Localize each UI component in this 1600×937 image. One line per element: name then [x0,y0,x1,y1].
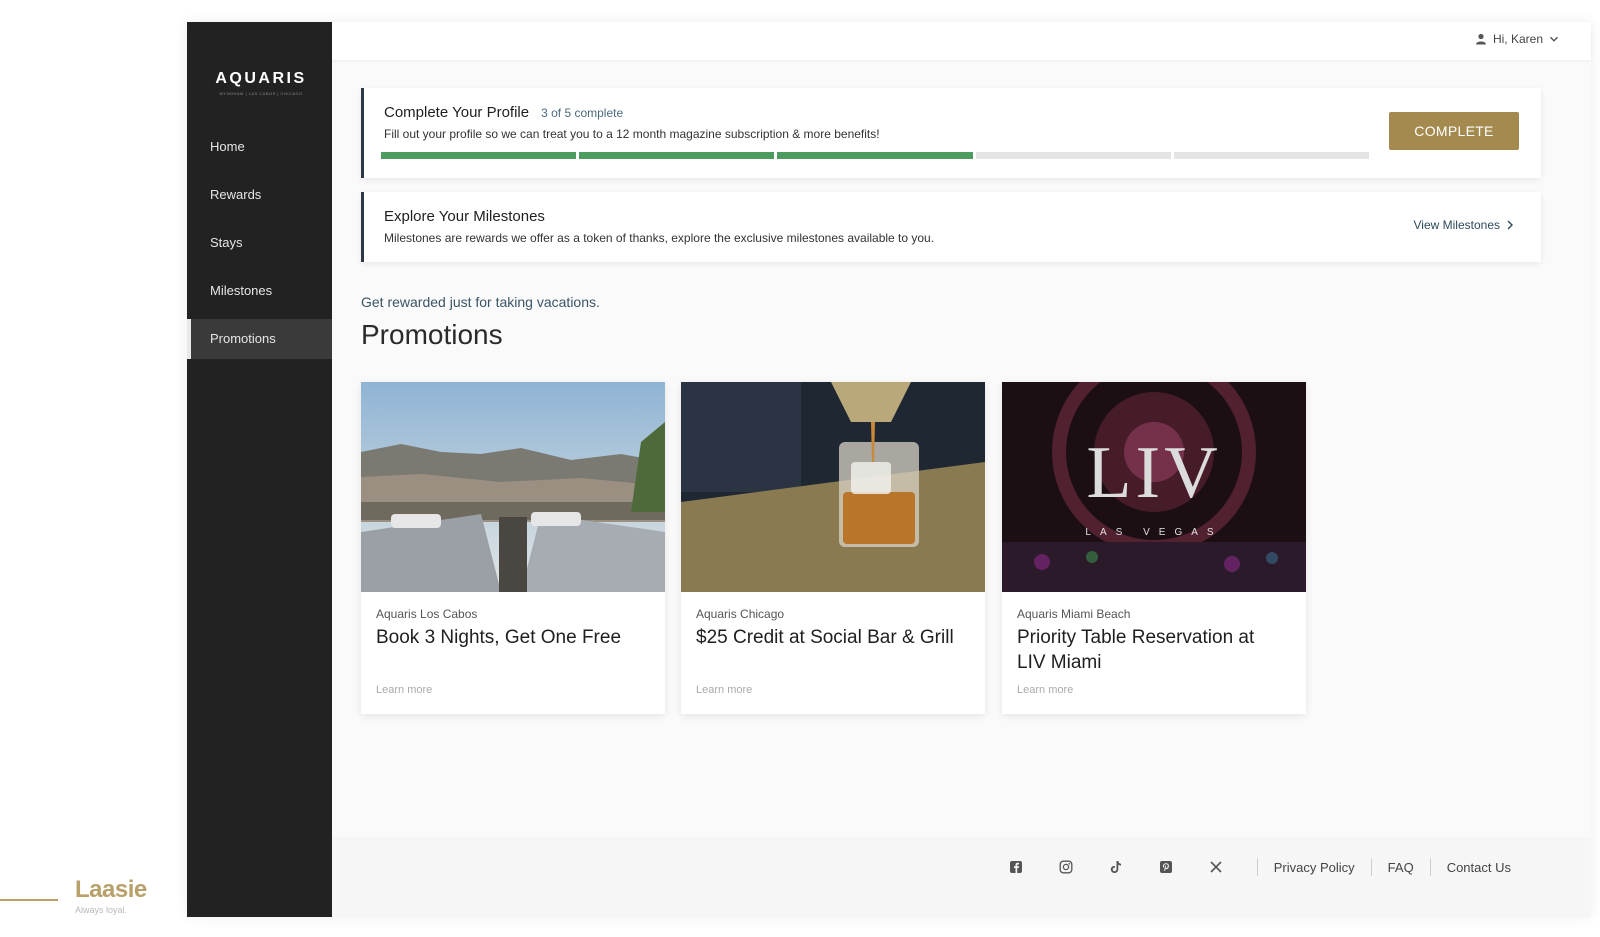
complete-profile-card: Complete Your Profile 3 of 5 complete Fil… [361,88,1541,178]
liv-subtext: LAS VEGAS [1085,527,1222,538]
brand-line [0,899,58,901]
footer-nav: Privacy Policy FAQ Contact Us [991,857,1511,877]
promo-location: Aquaris Miami Beach [1017,607,1131,621]
promo-card-miami[interactable]: LIV LAS VEGAS Aquaris Miami Beach Priori… [1002,382,1306,714]
facebook-icon[interactable] [1009,860,1023,874]
promo-location: Aquaris Los Cabos [376,607,478,621]
progress-segment [1173,152,1370,159]
progress-segment [975,152,1171,159]
user-icon [1475,33,1486,45]
milestones-card-title: Explore Your Milestones [384,208,545,225]
aquaris-logo[interactable]: AQUARIS WYNDHAM | LAS CABOS | CHICAGO [211,70,311,96]
liv-logo-text: LIV [1086,432,1221,514]
brand-name: Laasie [75,876,147,903]
promotions-title: Promotions [361,319,503,350]
privacy-policy-link[interactable]: Privacy Policy [1274,860,1355,875]
instagram-icon[interactable] [1059,860,1073,874]
faq-link[interactable]: FAQ [1388,860,1414,875]
logo-title: AQUARIS [215,70,307,87]
learn-more-link[interactable]: Learn more [1017,684,1073,696]
user-greeting: Hi, Karen [1492,32,1543,46]
view-milestones-label: View Milestones [1413,218,1500,232]
sidebar-item-home[interactable]: Home [187,127,332,167]
progress-segment [777,152,973,159]
promo-card-chicago[interactable]: Aquaris Chicago $25 Credit at Social Bar… [681,382,985,714]
progress-segment [381,152,577,159]
promo-title: Priority Table Reservation at LIV Miami [1017,627,1255,673]
user-menu[interactable]: Hi, Karen [1475,32,1559,46]
learn-more-link[interactable]: Learn more [696,684,752,696]
footer-divider [1370,858,1372,876]
top-bar: Hi, Karen [332,22,1591,60]
sidebar-item-milestones[interactable]: Milestones [187,271,332,311]
pinterest-icon[interactable] [1159,860,1173,874]
profile-card-title: Complete Your Profile [384,104,530,121]
chevron-down-icon [1549,36,1559,42]
profile-status: 3 of 5 complete [541,106,624,120]
tiktok-icon[interactable] [1109,860,1123,874]
contact-us-link[interactable]: Contact Us [1447,860,1511,875]
chevron-right-icon [1507,220,1513,230]
promo-image-chicago [681,382,985,592]
x-icon[interactable] [1209,860,1223,874]
profile-progress-bar [381,152,1370,159]
logo-subtitle: WYNDHAM | LAS CABOS | CHICAGO [219,91,303,96]
learn-more-link[interactable]: Learn more [376,684,432,696]
sidebar-item-stays[interactable]: Stays [187,223,332,263]
explore-milestones-card: Explore Your Milestones Milestones are r… [361,192,1541,262]
profile-card-heading: Complete Your Profile 3 of 5 complete [384,104,623,121]
sidebar-item-promotions[interactable]: Promotions [187,319,332,359]
promo-card-los-cabos[interactable]: Aquaris Los Cabos Book 3 Nights, Get One… [361,382,665,714]
promotions-subtitle: Get rewarded just for taking vacations. [361,294,600,310]
promo-image-los-cabos [361,382,665,592]
progress-segment [579,152,775,159]
promo-title: $25 Credit at Social Bar & Grill [696,627,954,648]
promo-image-liv: LIV LAS VEGAS [1002,382,1306,592]
promo-title: Book 3 Nights, Get One Free [376,627,622,648]
view-milestones-link[interactable]: View Milestones [1414,218,1514,232]
milestones-description: Milestones are rewards we offer as a tok… [384,231,935,245]
sidebar-item-rewards[interactable]: Rewards [187,175,332,215]
app-window: AQUARIS WYNDHAM | LAS CABOS | CHICAGO Ho… [187,22,1591,917]
laasie-brand: Laasie Always loyal. [75,876,147,916]
brand-tagline: Always loyal. [75,905,128,915]
footer-divider [1256,858,1258,876]
profile-description: Fill out your profile so we can treat yo… [384,127,880,141]
footer: Privacy Policy FAQ Contact Us [332,837,1591,917]
promo-location: Aquaris Chicago [696,607,785,621]
complete-profile-button[interactable]: COMPLETE [1389,112,1519,150]
sidebar: AQUARIS WYNDHAM | LAS CABOS | CHICAGO Ho… [187,22,332,917]
footer-divider [1429,858,1431,876]
